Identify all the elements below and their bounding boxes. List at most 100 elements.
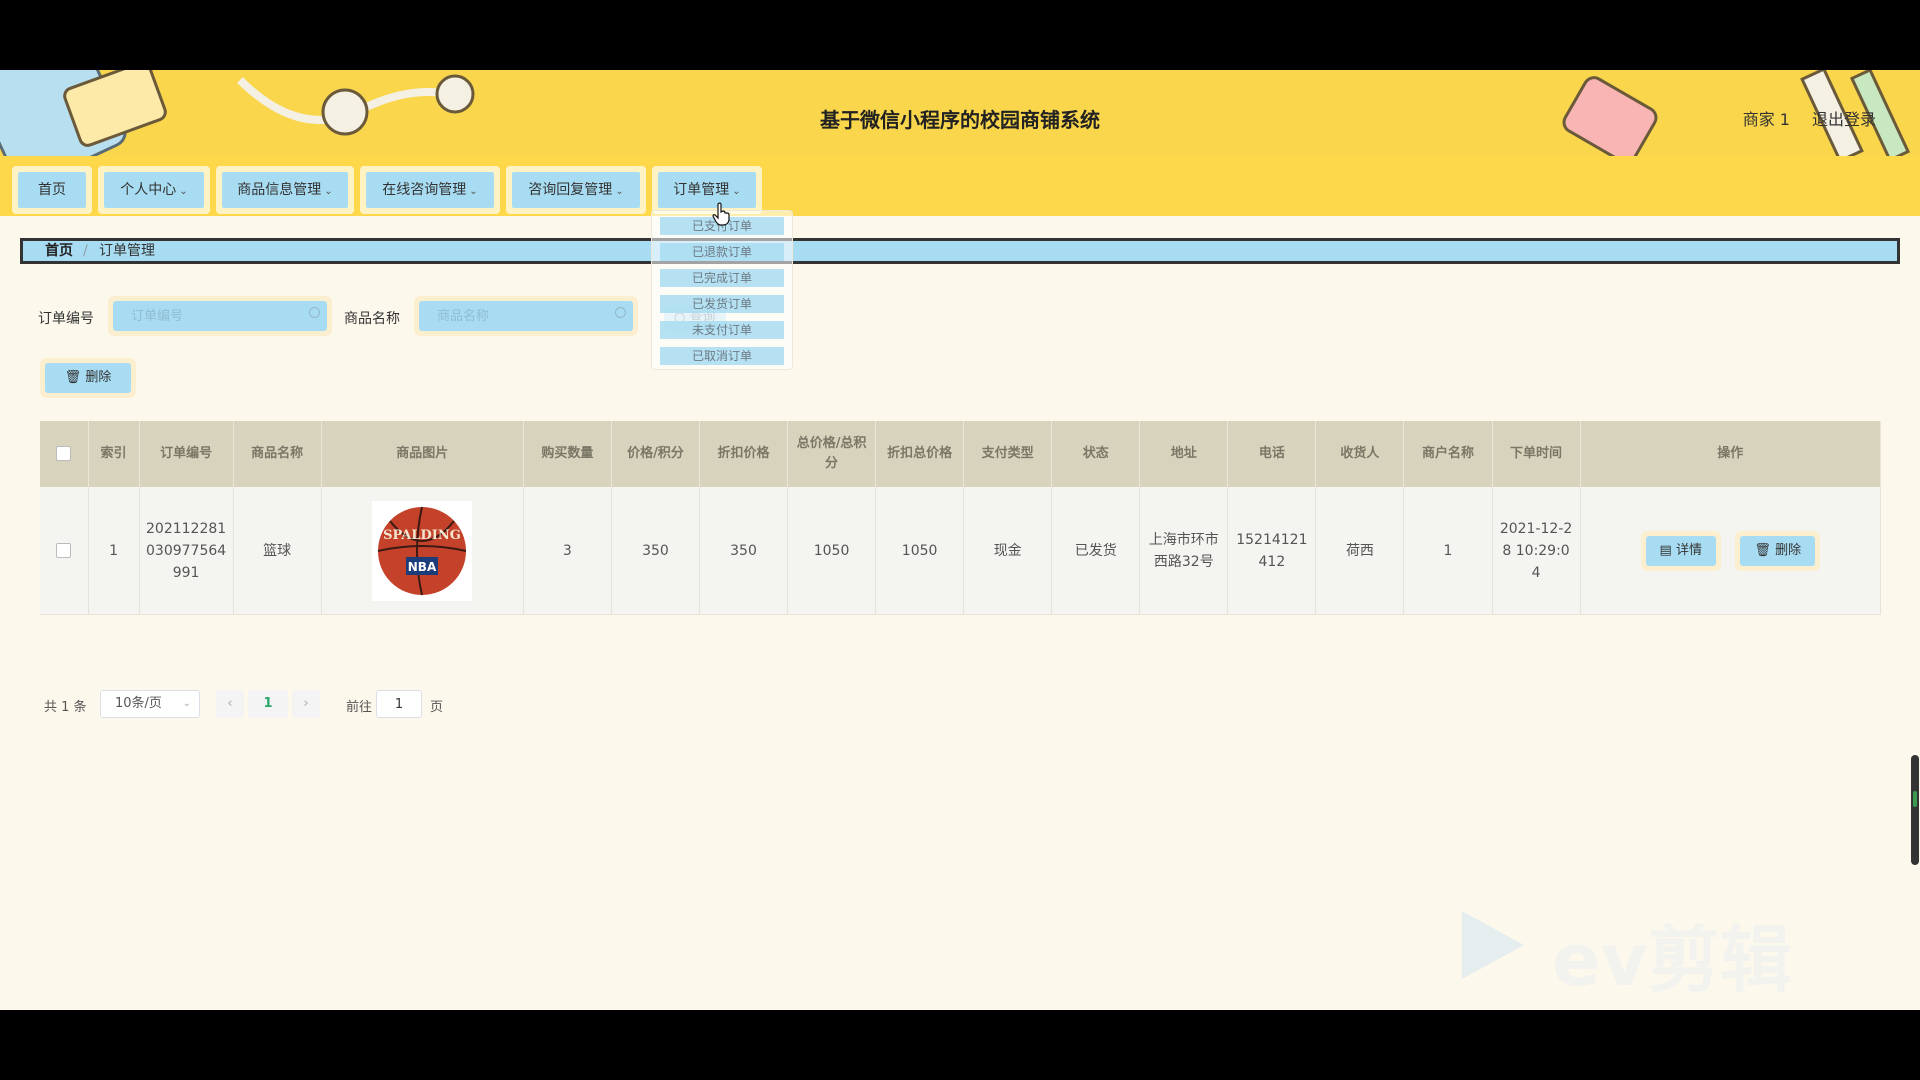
- column-header: 折扣总价格: [875, 421, 965, 487]
- submenu-item-shipped[interactable]: 已发货订单: [660, 295, 784, 313]
- column-header: 商品图片: [321, 421, 524, 487]
- orders-table: 索引 订单编号 商品名称 商品图片 购买数量 价格/积分 折扣价格 总价格/总积…: [40, 421, 1882, 615]
- column-header: 商品名称: [233, 421, 322, 487]
- chevron-down-icon: ⌄: [179, 186, 188, 197]
- cell-address: 上海市环市西路32号: [1139, 487, 1229, 615]
- goto-prefix: 前往: [346, 700, 373, 715]
- chevron-left-icon: ‹: [227, 696, 233, 711]
- cell-index: 1: [88, 487, 140, 615]
- select-all-checkbox[interactable]: [56, 446, 72, 461]
- header: 基于微信小程序的校园商铺系统 商家 1 退出登录: [0, 70, 1920, 156]
- trash-icon: 🗑: [64, 370, 82, 385]
- order-no-input[interactable]: [113, 301, 327, 331]
- search-icon: [615, 307, 626, 318]
- next-page-button[interactable]: ›: [292, 690, 320, 718]
- cell-order-no: 202112281030977564991: [139, 487, 234, 615]
- cell-receiver: 荷西: [1315, 487, 1405, 615]
- row-select-cell: [40, 487, 89, 615]
- hand-cursor-icon: [712, 202, 730, 226]
- column-header: 折扣价格: [699, 421, 789, 487]
- submenu-item-cancelled[interactable]: 已取消订单: [660, 347, 784, 365]
- trash-icon: 🗑: [1754, 542, 1771, 558]
- cell-discount-price: 350: [699, 487, 789, 615]
- column-header: 总价格/总积分: [787, 421, 877, 487]
- nav-label: 商品信息管理: [237, 182, 322, 198]
- goto-page-input[interactable]: [376, 690, 422, 718]
- pagination-total: 共 1 条: [44, 700, 87, 715]
- breadcrumb-current: 订单管理: [99, 243, 155, 259]
- detail-button[interactable]: ▤ 详情: [1640, 530, 1721, 571]
- nav-label: 首页: [38, 182, 66, 198]
- app-title: 基于微信小程序的校园商铺系统: [820, 108, 1100, 132]
- submenu-item-completed[interactable]: 已完成订单: [660, 269, 784, 287]
- chevron-down-icon: ⌄: [324, 186, 333, 197]
- scrollbar[interactable]: [1911, 755, 1919, 865]
- ball-brand-text: SPALDING: [383, 528, 461, 543]
- table-header-row: 索引 订单编号 商品名称 商品图片 购买数量 价格/积分 折扣价格 总价格/总积…: [40, 421, 1882, 487]
- chevron-down-icon: ⌄: [182, 698, 191, 709]
- nav-item-product-management[interactable]: 商品信息管理 ⌄: [216, 166, 354, 214]
- cell-merchant: 1: [1403, 487, 1493, 615]
- order-no-label: 订单编号: [38, 311, 94, 327]
- nav-label: 订单管理: [673, 182, 730, 198]
- product-name-search: [414, 296, 638, 336]
- cell-actions: ▤ 详情 🗑 删除: [1580, 487, 1882, 615]
- column-header: 收货人: [1315, 421, 1405, 487]
- nav-item-home[interactable]: 首页: [12, 166, 92, 214]
- column-header: 订单编号: [139, 421, 234, 487]
- table-row: 1 202112281030977564991 篮球 SPALDING NBA …: [40, 487, 1882, 615]
- cell-pay-type: 现金: [963, 487, 1053, 615]
- nav-item-order-management[interactable]: 订单管理 ⌄: [652, 166, 762, 214]
- chevron-down-icon: ⌄: [615, 186, 624, 197]
- row-delete-label: 删除: [1775, 542, 1802, 558]
- column-header: 价格/积分: [611, 421, 700, 487]
- product-name-label: 商品名称: [344, 311, 400, 327]
- cell-order-time: 2021-12-28 10:29:04: [1492, 487, 1581, 615]
- page-number-current[interactable]: 1: [248, 690, 288, 718]
- ball-league-text: NBA: [408, 560, 437, 574]
- scrollbar-thumb[interactable]: [1913, 791, 1917, 807]
- logout-link[interactable]: 退出登录: [1812, 106, 1876, 130]
- prev-page-button[interactable]: ‹: [216, 690, 244, 718]
- breadcrumb-home[interactable]: 首页: [45, 241, 73, 261]
- detail-button-label: 详情: [1675, 542, 1702, 558]
- nav-label: 个人中心: [120, 182, 177, 198]
- watermark-text: ev剪辑: [1552, 918, 1792, 1002]
- cell-quantity: 3: [523, 487, 612, 615]
- chevron-down-icon: ⌄: [732, 186, 741, 197]
- row-checkbox[interactable]: [56, 543, 72, 558]
- cell-phone: 15214121412: [1227, 487, 1317, 615]
- nav-label: 在线咨询管理: [382, 182, 467, 198]
- breadcrumb-separator: /: [83, 243, 88, 259]
- submenu-item-refunded[interactable]: 已退款订单: [660, 243, 784, 261]
- page-size-select[interactable]: 10条/页 ⌄: [100, 690, 200, 718]
- nav-item-consult-reply[interactable]: 咨询回复管理 ⌄: [506, 166, 646, 214]
- nav-item-online-consult[interactable]: 在线咨询管理 ⌄: [360, 166, 500, 214]
- chevron-down-icon: ⌄: [469, 186, 478, 197]
- cell-discount-total: 1050: [875, 487, 965, 615]
- goto-suffix: 页: [430, 700, 444, 715]
- cell-product-name: 篮球: [233, 487, 322, 615]
- column-header: 索引: [88, 421, 140, 487]
- chevron-right-icon: ›: [303, 696, 309, 711]
- cell-total-price: 1050: [787, 487, 877, 615]
- product-name-input[interactable]: [419, 301, 633, 331]
- order-no-search: [108, 296, 332, 336]
- page-size-value: 10条/页: [115, 696, 162, 711]
- column-header: 状态: [1051, 421, 1141, 487]
- submenu-item-unpaid[interactable]: 未支付订单: [660, 321, 784, 339]
- batch-delete-label: 删除: [85, 370, 112, 385]
- search-icon: [309, 307, 320, 318]
- basketball-product-image: SPALDING NBA: [372, 500, 473, 601]
- document-icon: ▤: [1659, 542, 1672, 558]
- nav-item-personal-center[interactable]: 个人中心 ⌄: [98, 166, 210, 214]
- column-header: 下单时间: [1492, 421, 1581, 487]
- column-header: 操作: [1580, 421, 1882, 487]
- select-all-cell: [40, 421, 89, 487]
- column-header: 支付类型: [963, 421, 1053, 487]
- batch-delete-button[interactable]: 🗑 删除: [40, 358, 136, 398]
- row-delete-button[interactable]: 🗑 删除: [1735, 530, 1821, 571]
- column-header: 电话: [1227, 421, 1317, 487]
- breadcrumb: 首页 / 订单管理: [20, 238, 1900, 264]
- cell-product-image: SPALDING NBA: [321, 487, 524, 615]
